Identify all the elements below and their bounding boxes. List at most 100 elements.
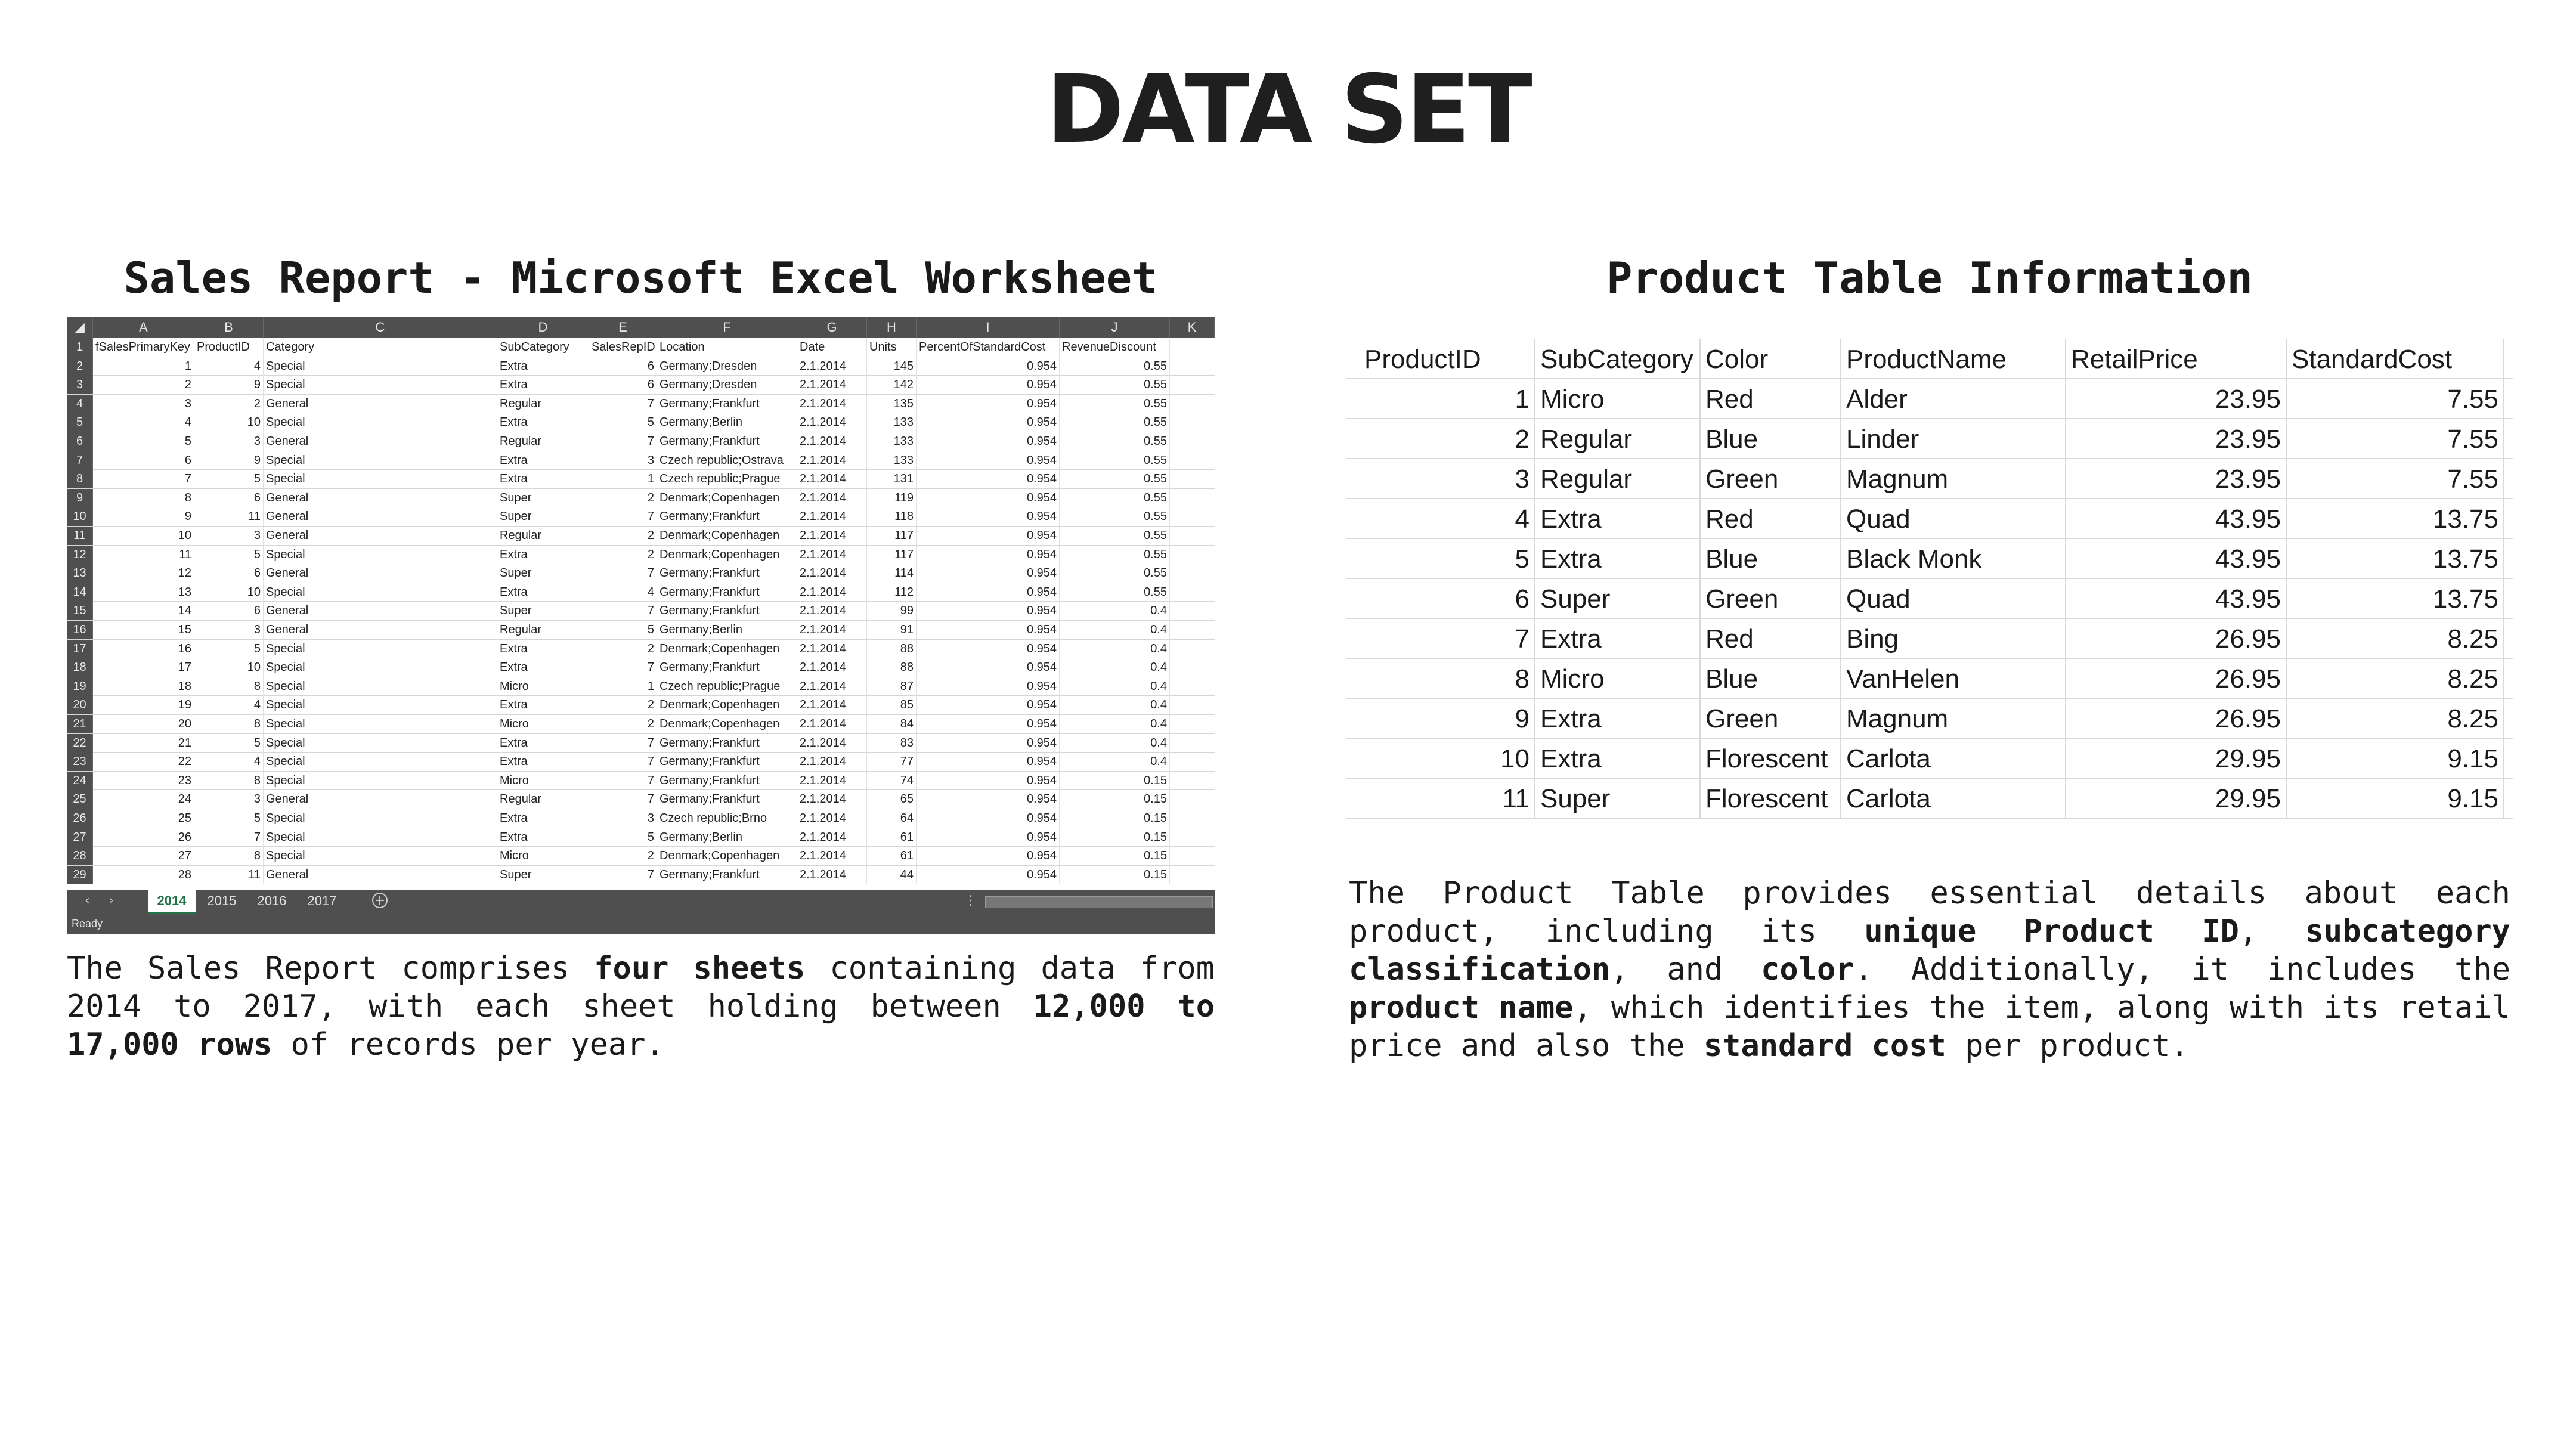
column-title-cell[interactable]: Date bbox=[797, 338, 867, 357]
cell[interactable]: 0.55 bbox=[1060, 470, 1170, 489]
cell[interactable]: 2.1.2014 bbox=[797, 527, 867, 545]
cell[interactable]: 83 bbox=[867, 733, 917, 753]
cell[interactable]: 7 bbox=[589, 394, 657, 413]
cell[interactable]: 5 bbox=[589, 621, 657, 639]
column-header-k[interactable]: K bbox=[1170, 317, 1215, 338]
cell[interactable]: 0.954 bbox=[917, 376, 1060, 395]
cell[interactable]: 5 bbox=[194, 639, 264, 658]
cell[interactable]: 0.954 bbox=[917, 451, 1060, 470]
row-number[interactable]: 7 bbox=[67, 451, 93, 470]
cell[interactable]: 2 bbox=[589, 639, 657, 658]
cell[interactable]: 4 bbox=[93, 413, 194, 432]
cell[interactable]: 0.954 bbox=[917, 545, 1060, 564]
cell[interactable]: 2 bbox=[589, 715, 657, 733]
row-number[interactable]: 13 bbox=[67, 564, 93, 583]
cell[interactable]: Denmark;Copenhagen bbox=[657, 527, 797, 545]
cell[interactable]: 0.15 bbox=[1060, 771, 1170, 790]
cell[interactable]: 2 bbox=[589, 696, 657, 715]
row-number[interactable]: 1 bbox=[67, 338, 93, 357]
cell[interactable]: 0.954 bbox=[917, 583, 1060, 602]
cell[interactable]: 23 bbox=[93, 771, 194, 790]
cell[interactable]: Super bbox=[497, 488, 589, 507]
cell[interactable]: Extra bbox=[497, 658, 589, 677]
cell[interactable]: 0.55 bbox=[1060, 376, 1170, 395]
cell[interactable]: 2.1.2014 bbox=[797, 488, 867, 507]
cell[interactable]: 2 bbox=[589, 545, 657, 564]
sheet-tab-2015[interactable]: 2015 bbox=[198, 890, 246, 912]
row-number[interactable]: 4 bbox=[67, 394, 93, 413]
cell[interactable]: 0.954 bbox=[917, 715, 1060, 733]
cell[interactable]: 18 bbox=[93, 677, 194, 696]
cell[interactable]: Denmark;Copenhagen bbox=[657, 545, 797, 564]
cell[interactable]: Regular bbox=[497, 394, 589, 413]
cell[interactable]: 0.954 bbox=[917, 394, 1060, 413]
cell[interactable]: 11 bbox=[194, 865, 264, 884]
cell[interactable]: 0.15 bbox=[1060, 809, 1170, 828]
cell[interactable]: Czech republic;Brno bbox=[657, 809, 797, 828]
column-title-cell[interactable]: fSalesPrimaryKey bbox=[93, 338, 194, 357]
cell[interactable]: Germany;Frankfurt bbox=[657, 753, 797, 772]
cell[interactable]: Special bbox=[264, 828, 497, 847]
cell[interactable]: Regular bbox=[497, 527, 589, 545]
row-number[interactable]: 16 bbox=[67, 621, 93, 639]
cell[interactable]: 3 bbox=[194, 527, 264, 545]
cell[interactable]: 0.55 bbox=[1060, 545, 1170, 564]
cell[interactable]: 0.55 bbox=[1060, 432, 1170, 451]
column-header-j[interactable]: J bbox=[1060, 317, 1170, 338]
cell[interactable]: Special bbox=[264, 696, 497, 715]
cell[interactable]: Special bbox=[264, 545, 497, 564]
cell[interactable]: 0.954 bbox=[917, 413, 1060, 432]
cell[interactable]: 0.55 bbox=[1060, 451, 1170, 470]
cell[interactable]: Micro bbox=[497, 847, 589, 866]
column-header-h[interactable]: H bbox=[867, 317, 917, 338]
cell[interactable]: 7 bbox=[589, 790, 657, 809]
row-number[interactable]: 23 bbox=[67, 753, 93, 772]
cell[interactable]: 0.15 bbox=[1060, 847, 1170, 866]
cell[interactable]: 10 bbox=[194, 583, 264, 602]
cell[interactable]: 5 bbox=[194, 545, 264, 564]
cell[interactable]: Denmark;Copenhagen bbox=[657, 639, 797, 658]
cell[interactable]: Special bbox=[264, 753, 497, 772]
cell[interactable]: 85 bbox=[867, 696, 917, 715]
cell[interactable]: 2.1.2014 bbox=[797, 677, 867, 696]
cell[interactable]: 0.55 bbox=[1060, 488, 1170, 507]
sheet-tab-2014[interactable]: 2014 bbox=[148, 890, 196, 914]
cell[interactable]: Denmark;Copenhagen bbox=[657, 847, 797, 866]
cell[interactable]: 2.1.2014 bbox=[797, 451, 867, 470]
row-number[interactable]: 3 bbox=[67, 376, 93, 395]
cell[interactable]: 10 bbox=[194, 658, 264, 677]
cell[interactable]: 0.4 bbox=[1060, 621, 1170, 639]
cell[interactable]: 119 bbox=[867, 488, 917, 507]
column-header-c[interactable]: C bbox=[264, 317, 497, 338]
row-number[interactable]: 28 bbox=[67, 847, 93, 866]
cell[interactable]: Germany;Berlin bbox=[657, 828, 797, 847]
row-number[interactable]: 24 bbox=[67, 771, 93, 790]
cell[interactable]: 28 bbox=[93, 865, 194, 884]
cell[interactable]: 77 bbox=[867, 753, 917, 772]
column-header-e[interactable]: E bbox=[589, 317, 657, 338]
row-number[interactable]: 14 bbox=[67, 583, 93, 602]
cell[interactable]: 7 bbox=[194, 828, 264, 847]
cell[interactable]: 91 bbox=[867, 621, 917, 639]
cell[interactable]: 2.1.2014 bbox=[797, 621, 867, 639]
column-title-cell[interactable]: SubCategory bbox=[497, 338, 589, 357]
row-number[interactable]: 20 bbox=[67, 696, 93, 715]
row-number[interactable]: 12 bbox=[67, 545, 93, 564]
row-number[interactable]: 27 bbox=[67, 828, 93, 847]
cell[interactable]: Special bbox=[264, 658, 497, 677]
cell[interactable]: 135 bbox=[867, 394, 917, 413]
cell[interactable]: 65 bbox=[867, 790, 917, 809]
cell[interactable]: 8 bbox=[93, 488, 194, 507]
cell[interactable]: Regular bbox=[497, 432, 589, 451]
cell[interactable]: Czech republic;Prague bbox=[657, 677, 797, 696]
cell[interactable]: 12 bbox=[93, 564, 194, 583]
row-number[interactable]: 2 bbox=[67, 357, 93, 376]
row-number[interactable]: 8 bbox=[67, 470, 93, 489]
cell[interactable]: Extra bbox=[497, 357, 589, 376]
cell[interactable]: Germany;Frankfurt bbox=[657, 507, 797, 527]
sheet-tab-2016[interactable]: 2016 bbox=[248, 890, 296, 912]
cell[interactable]: 8 bbox=[194, 715, 264, 733]
cell[interactable]: 6 bbox=[589, 376, 657, 395]
column-title-cell[interactable]: Units bbox=[867, 338, 917, 357]
column-title-cell[interactable]: ProductID bbox=[194, 338, 264, 357]
